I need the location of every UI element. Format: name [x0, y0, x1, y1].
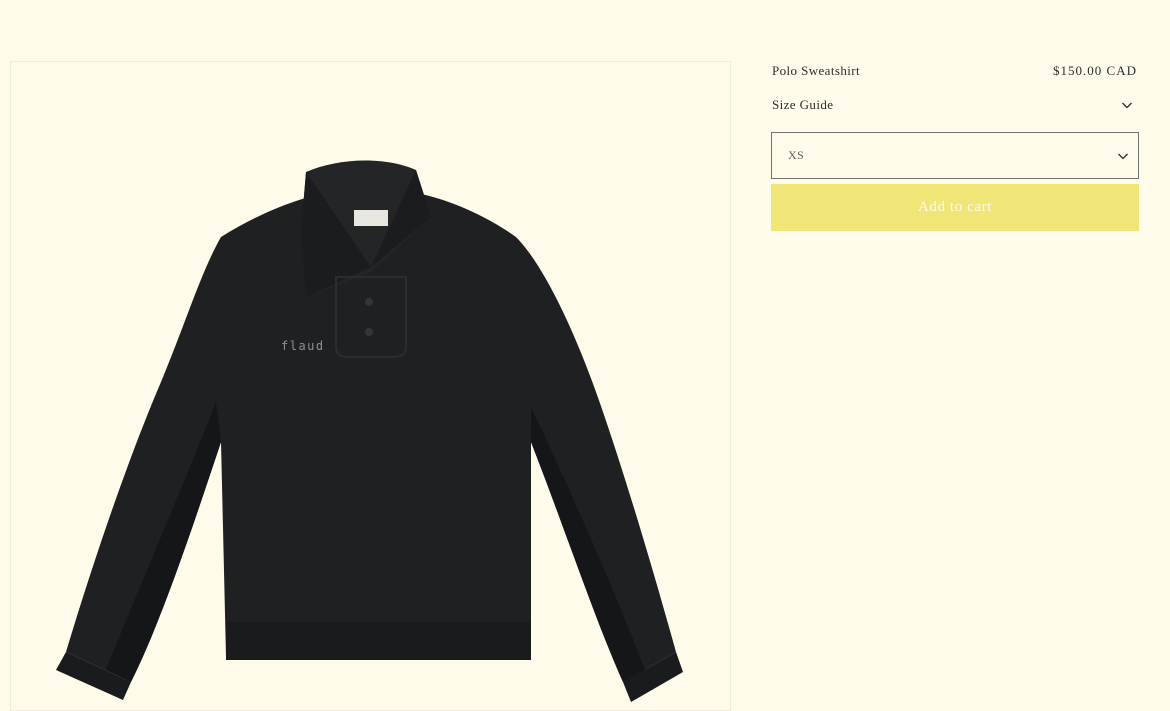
size-guide-toggle[interactable]: Size Guide — [771, 96, 1139, 114]
product-info: Polo Sweatshirt $150.00 CAD Size Guide X… — [771, 60, 1139, 231]
title-row: Polo Sweatshirt $150.00 CAD — [771, 60, 1139, 82]
chevron-down-icon — [1118, 153, 1128, 159]
product-image — [56, 160, 683, 702]
add-to-cart-label: Add to cart — [917, 199, 993, 215]
product-image-frame[interactable]: flaud — [10, 61, 731, 711]
size-select-value: XS — [788, 148, 805, 162]
size-select[interactable]: XS — [771, 132, 1139, 179]
product-price: $150.00 CAD — [1053, 63, 1137, 78]
chevron-down-icon — [1122, 102, 1132, 109]
logo-embroidery: flaud — [281, 339, 325, 353]
add-to-cart-button[interactable]: Add to cart — [771, 184, 1139, 231]
size-guide-label: Size Guide — [772, 97, 834, 112]
product-title: Polo Sweatshirt — [772, 63, 860, 78]
